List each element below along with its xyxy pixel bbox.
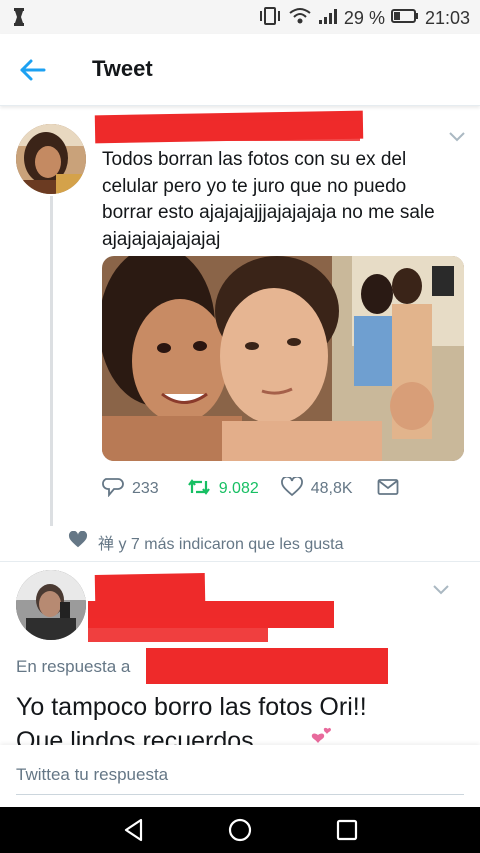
square-recents-icon xyxy=(334,819,360,847)
mail-icon xyxy=(377,478,399,501)
retweet-action[interactable]: 9.082 xyxy=(187,477,259,502)
status-bar: 29 % 21:03 xyxy=(0,0,480,34)
battery-icon xyxy=(390,8,419,29)
tweet-text: Todos borran las fotos con su ex del cel… xyxy=(102,149,435,250)
chevron-down-icon xyxy=(432,583,450,600)
liked-by-row[interactable]: 禅 y 7 más indicaron que les gusta xyxy=(68,530,343,554)
page-title: Tweet xyxy=(92,56,153,81)
redacted-author-handle xyxy=(130,121,360,141)
reply-count: 233 xyxy=(132,480,159,497)
app-header: Tweet xyxy=(0,34,480,106)
like-action[interactable]: 48,8K xyxy=(280,475,353,502)
clock: 21:03 xyxy=(424,8,470,28)
signal-icon xyxy=(318,7,338,30)
notification-icon xyxy=(12,7,26,27)
in-reply-to-label: En respuesta a xyxy=(16,657,131,676)
retweet-count: 9.082 xyxy=(218,480,259,497)
reply-input[interactable] xyxy=(16,755,464,795)
redacted-reply-target xyxy=(146,648,388,684)
nav-home-button[interactable] xyxy=(227,817,253,843)
author-avatar[interactable] xyxy=(16,124,86,194)
tweet-menu-button[interactable] xyxy=(448,130,466,142)
circle-home-icon xyxy=(227,818,253,847)
compose-bar xyxy=(0,745,480,807)
share-action[interactable] xyxy=(377,478,399,501)
reply-icon xyxy=(102,477,124,502)
like-count: 48,8K xyxy=(310,480,353,497)
vibrate-icon xyxy=(258,7,282,30)
wifi-icon xyxy=(288,7,312,30)
triangle-back-icon xyxy=(121,818,147,847)
heart-icon xyxy=(280,475,303,502)
reply-text: Yo tampoco borro las fotos Ori!! Que lin… xyxy=(16,690,476,750)
heart-filled-icon xyxy=(68,530,88,554)
reply-action[interactable]: 233 xyxy=(102,477,159,502)
back-button[interactable] xyxy=(18,56,48,84)
retweet-icon xyxy=(187,477,211,502)
reply-text-line-1: Yo tampoco borro las fotos Ori!! xyxy=(16,693,367,721)
nav-recents-button[interactable] xyxy=(334,817,360,843)
thread-line xyxy=(50,196,53,526)
redacted-reply-handle-2 xyxy=(88,618,268,642)
battery-percent: 29 % xyxy=(343,8,385,28)
reply-author-avatar[interactable] xyxy=(16,570,86,640)
arrow-left-icon xyxy=(18,59,48,88)
system-nav-bar xyxy=(0,807,480,853)
tweet-actions: 233 9.082 48,8K xyxy=(102,475,432,502)
tweet-photo[interactable] xyxy=(102,256,464,461)
reply-menu-button[interactable] xyxy=(432,583,450,595)
liked-by-text: 禅 y 7 más indicaron que les gusta xyxy=(98,536,344,553)
nav-back-button[interactable] xyxy=(121,817,147,843)
chevron-down-icon xyxy=(448,130,466,147)
divider xyxy=(0,561,480,562)
